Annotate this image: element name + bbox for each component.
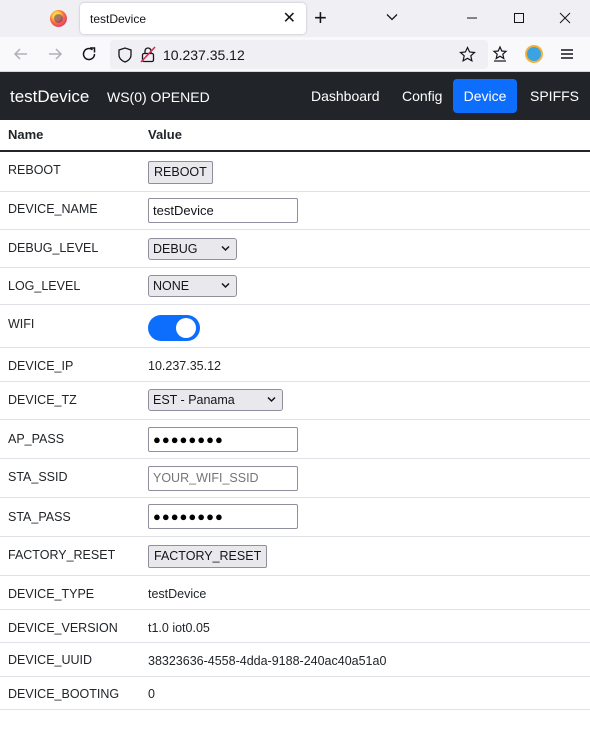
row-label: STA_SSID — [8, 470, 68, 484]
header-value: Value — [148, 127, 182, 142]
ws-status: WS(0) OPENED — [107, 89, 210, 105]
menu-icon[interactable] — [558, 45, 576, 63]
table-row-device-uuid: DEVICE_UUID 38323636-4558-4dda-9188-240a… — [0, 643, 590, 677]
bookmarks-icon[interactable] — [491, 45, 509, 63]
browser-tab[interactable]: testDevice ✕ — [80, 3, 306, 34]
table-header: Name Value — [0, 120, 590, 152]
device-table: Name Value REBOOT REBOOT DEVICE_NAME tes… — [0, 120, 590, 710]
table-row-sta-ssid: STA_SSID YOUR_WIFI_SSID — [0, 459, 590, 498]
new-tab-icon[interactable]: + — [314, 5, 327, 31]
device-tz-select[interactable]: EST - Panama — [148, 389, 283, 411]
bookmark-star-icon[interactable] — [459, 46, 476, 63]
browser-nav-bar: 10.237.35.12 — [0, 37, 590, 72]
table-row-wifi: WIFI — [0, 305, 590, 348]
row-label: DEVICE_IP — [8, 359, 74, 373]
firefox-logo-icon — [50, 10, 67, 27]
table-row-device-ip: DEVICE_IP 10.237.35.12 — [0, 348, 590, 382]
table-row-ap-pass: AP_PASS ●●●●●●●● — [0, 420, 590, 459]
sta-ssid-input[interactable]: YOUR_WIFI_SSID — [148, 466, 298, 491]
table-row-device-tz: DEVICE_TZ EST - Panama — [0, 382, 590, 420]
shield-icon[interactable] — [118, 47, 132, 63]
maximize-icon[interactable] — [511, 8, 527, 28]
row-label: STA_PASS — [8, 510, 71, 524]
url-bar[interactable]: 10.237.35.12 — [110, 40, 488, 69]
brand-title[interactable]: testDevice — [10, 87, 89, 107]
row-label: REBOOT — [8, 163, 61, 177]
browser-tab-strip: testDevice ✕ + — [0, 0, 590, 37]
tab-list-chevron-icon[interactable] — [386, 11, 398, 23]
factory-reset-button[interactable]: FACTORY_RESET — [148, 545, 268, 568]
log-level-select[interactable]: NONE — [148, 275, 237, 297]
forward-icon[interactable] — [46, 45, 64, 63]
row-label: DEVICE_TYPE — [8, 587, 95, 601]
chevron-down-icon — [221, 245, 230, 252]
nav-config[interactable]: Config — [393, 79, 451, 113]
table-row-factory-reset: FACTORY_RESET FACTORY_RESET — [0, 537, 590, 576]
table-row-device-type: DEVICE_TYPE testDevice — [0, 576, 590, 610]
row-label: DEVICE_UUID — [8, 653, 93, 667]
table-row-log-level: LOG_LEVEL NONE — [0, 268, 590, 305]
table-row-debug-level: DEBUG_LEVEL DEBUG — [0, 230, 590, 268]
header-name: Name — [8, 127, 44, 142]
table-row-device-booting: DEVICE_BOOTING 0 — [0, 677, 590, 710]
row-label: FACTORY_RESET — [8, 548, 116, 562]
wifi-toggle[interactable] — [148, 315, 200, 341]
row-label: WIFI — [8, 317, 35, 331]
tab-close-icon[interactable]: ✕ — [283, 8, 296, 28]
table-row-reboot: REBOOT REBOOT — [0, 152, 590, 192]
row-label: DEVICE_VERSION — [8, 621, 118, 635]
debug-level-value: DEBUG — [153, 242, 198, 256]
table-row-sta-pass: STA_PASS ●●●●●●●● — [0, 498, 590, 537]
insecure-lock-icon[interactable] — [140, 46, 156, 63]
ap-pass-input[interactable]: ●●●●●●●● — [148, 427, 298, 452]
nav-spiffs[interactable]: SPIFFS — [521, 79, 588, 113]
sta-pass-input[interactable]: ●●●●●●●● — [148, 504, 298, 529]
extension-icon[interactable] — [525, 45, 543, 63]
table-row-device-name: DEVICE_NAME testDevice — [0, 192, 590, 230]
row-label: LOG_LEVEL — [8, 279, 81, 293]
table-row-device-version: DEVICE_VERSION t1.0 iot0.05 — [0, 610, 590, 643]
minimize-icon[interactable] — [464, 8, 480, 28]
window-close-icon[interactable] — [557, 8, 573, 28]
device-type-value: testDevice — [148, 587, 207, 601]
reboot-button[interactable]: REBOOT — [148, 161, 213, 184]
device-ip-value: 10.237.35.12 — [148, 359, 221, 373]
app-header: testDevice WS(0) OPENED Dashboard Config… — [0, 72, 590, 120]
tab-title: testDevice — [90, 12, 147, 26]
chevron-down-icon — [221, 282, 230, 289]
row-label: DEVICE_BOOTING — [8, 687, 120, 701]
device-booting-value: 0 — [148, 687, 155, 701]
row-label: DEVICE_TZ — [8, 393, 77, 407]
device-tz-value: EST - Panama — [153, 393, 235, 407]
reload-icon[interactable] — [80, 45, 98, 63]
toggle-knob — [176, 318, 196, 338]
back-icon[interactable] — [12, 45, 30, 63]
log-level-value: NONE — [153, 279, 190, 293]
url-text[interactable]: 10.237.35.12 — [163, 47, 245, 63]
chevron-down-icon — [267, 396, 276, 403]
row-label: AP_PASS — [8, 432, 65, 446]
device-uuid-value: 38323636-4558-4dda-9188-240ac40a51a0 — [148, 654, 387, 668]
nav-dashboard[interactable]: Dashboard — [302, 79, 389, 113]
row-label: DEVICE_NAME — [8, 202, 98, 216]
debug-level-select[interactable]: DEBUG — [148, 238, 237, 260]
device-name-input[interactable]: testDevice — [148, 198, 298, 223]
nav-device[interactable]: Device — [453, 79, 517, 113]
row-label: DEBUG_LEVEL — [8, 241, 99, 255]
device-version-value: t1.0 iot0.05 — [148, 621, 210, 635]
